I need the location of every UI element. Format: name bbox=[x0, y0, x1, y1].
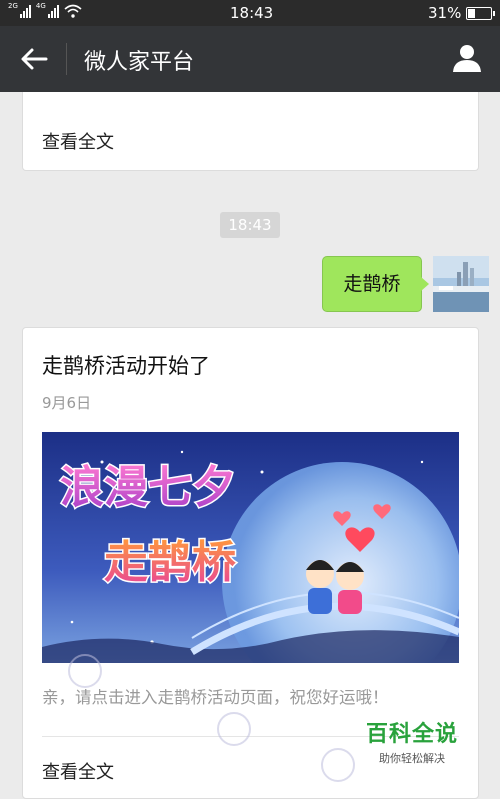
cover-title-line2: 走鹊桥 bbox=[104, 537, 236, 588]
read-full-article-link[interactable]: 查看全文 bbox=[42, 758, 114, 784]
clock: 18:43 bbox=[230, 4, 274, 22]
decorative-ring bbox=[321, 748, 355, 782]
decorative-ring bbox=[217, 712, 251, 746]
watermark-title: 百科全说 bbox=[366, 722, 459, 747]
article-date: 9月6日 bbox=[42, 394, 92, 412]
watermark-logo: 百科全说 助你轻松解决 bbox=[366, 716, 458, 766]
decorative-ring bbox=[68, 654, 102, 688]
status-bar: 2G 4G 18:43 31% bbox=[0, 0, 500, 26]
page-title: 微人家平台 bbox=[84, 50, 195, 75]
harbor-photo-avatar[interactable] bbox=[433, 256, 489, 312]
article-title[interactable]: 走鹊桥活动开始了 bbox=[42, 350, 210, 380]
person-icon[interactable] bbox=[452, 43, 482, 73]
network-type-label: 4G bbox=[35, 2, 46, 10]
watermark-subtitle: 助你轻松解决 bbox=[379, 752, 445, 765]
signal-4g-icon: 4G bbox=[35, 2, 59, 18]
arrow-left-icon[interactable] bbox=[18, 45, 50, 73]
battery-icon bbox=[466, 7, 495, 20]
signal-2g-icon: 2G bbox=[8, 2, 31, 18]
article-cover-image[interactable]: 浪漫七夕 走鹊桥 bbox=[42, 432, 459, 663]
message-timestamp: 18:43 bbox=[220, 212, 280, 238]
signal-indicators: 2G 4G bbox=[8, 2, 82, 18]
article-card-previous: 查看全文 bbox=[22, 92, 479, 171]
network-type-label: 2G bbox=[8, 2, 18, 10]
cover-title-line1: 浪漫七夕 bbox=[60, 462, 236, 513]
read-full-article-link[interactable]: 查看全文 bbox=[42, 128, 114, 154]
header-divider bbox=[66, 43, 67, 75]
user-message-bubble[interactable]: 走鹊桥 bbox=[322, 256, 429, 312]
battery-percent: 31% bbox=[428, 4, 462, 22]
wifi-icon bbox=[64, 4, 82, 18]
article-summary: 亲，请点击进入走鹊桥活动页面，祝您好运哦！ bbox=[42, 688, 389, 707]
app-header: 微人家平台 bbox=[0, 26, 500, 92]
